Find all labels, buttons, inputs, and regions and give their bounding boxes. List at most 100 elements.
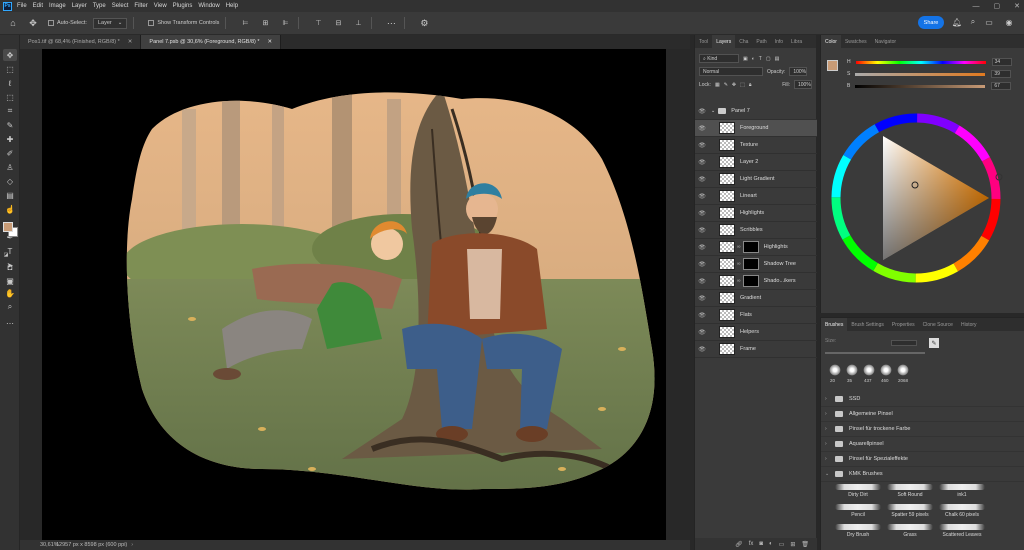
tab-properties[interactable]: Properties: [888, 318, 919, 331]
foreground-color-preview[interactable]: [827, 60, 838, 71]
visibility-eye-icon[interactable]: 👁︎: [695, 176, 709, 183]
close-tab-icon[interactable]: ✕: [128, 39, 133, 45]
brush-folder[interactable]: › Allgemeine Pinsel: [821, 407, 1024, 422]
home-icon[interactable]: ⌂: [6, 16, 20, 30]
align-top-icon[interactable]: ⊤: [311, 16, 325, 30]
search-icon[interactable]: ⌕: [968, 17, 978, 27]
move-tool-icon[interactable]: ✥: [26, 16, 40, 30]
new-group-icon[interactable]: ▭: [779, 541, 785, 548]
artboard-tool-icon[interactable]: ⬚: [3, 63, 17, 75]
maximize-icon[interactable]: ▢: [994, 2, 1001, 10]
menu-plugins[interactable]: Plugins: [173, 3, 193, 9]
chevron-right-icon[interactable]: ›: [825, 456, 835, 462]
chevron-right-icon[interactable]: ›: [825, 411, 835, 417]
menu-view[interactable]: View: [154, 3, 167, 9]
layer-group[interactable]: 👁︎ ⌄ Panel 7: [695, 103, 817, 120]
layer-row[interactable]: 👁︎ Frame: [695, 341, 817, 358]
size-slider[interactable]: [825, 352, 925, 354]
brush-tip[interactable]: Pencil: [835, 504, 881, 518]
menu-window[interactable]: Window: [198, 3, 219, 9]
notifications-bell-icon[interactable]: 🔔︎: [952, 17, 962, 27]
layer-mask-thumbnail[interactable]: [742, 275, 759, 287]
align-center-icon[interactable]: ⊞: [258, 16, 272, 30]
visibility-eye-icon[interactable]: 👁︎: [695, 261, 709, 268]
hand-tool-icon[interactable]: ✋: [3, 287, 17, 299]
hue-input[interactable]: 34: [991, 58, 1012, 66]
new-layer-icon[interactable]: ⊞: [790, 541, 795, 548]
chevron-right-icon[interactable]: ›: [825, 426, 835, 432]
layer-row[interactable]: 👁︎ ∞ Shado...ikers: [695, 273, 817, 290]
layer-row[interactable]: 👁︎ Light Gradient: [695, 171, 817, 188]
tab-paths[interactable]: Path: [752, 35, 770, 48]
size-input[interactable]: [891, 340, 917, 346]
link-layers-icon[interactable]: 🔗︎: [735, 541, 743, 548]
menu-select[interactable]: Select: [112, 3, 129, 9]
layer-row[interactable]: 👁︎ Gradient: [695, 290, 817, 307]
photoshop-logo-icon[interactable]: Ps: [3, 1, 12, 11]
layer-row[interactable]: 👁︎ Texture: [695, 137, 817, 154]
tab-libraries[interactable]: Libra: [787, 35, 806, 48]
menu-image[interactable]: Image: [49, 3, 66, 9]
visibility-eye-icon[interactable]: 👁︎: [695, 227, 709, 234]
visibility-eye-icon[interactable]: 👁︎: [695, 295, 709, 302]
brush-folder[interactable]: › Pinsel für Spezialeffekte: [821, 452, 1024, 467]
layer-row[interactable]: 👁︎ Helpers: [695, 324, 817, 341]
opacity-input[interactable]: 100%: [789, 67, 808, 76]
visibility-eye-icon[interactable]: 👁︎: [695, 346, 709, 353]
hue-slider[interactable]: [855, 60, 986, 64]
edit-toolbar-icon[interactable]: ⋯: [3, 317, 17, 329]
filter-adjust-icon[interactable]: ◐: [752, 56, 755, 62]
tab-navigator[interactable]: Navigator: [871, 35, 900, 48]
tab-pos1[interactable]: Pos1.tif @ 68,4% (Finished, RGB/8) * ✕: [20, 35, 142, 49]
tab-color[interactable]: Color: [821, 35, 841, 48]
brush-tip[interactable]: Dirty Dirt: [835, 484, 881, 498]
more-options-icon[interactable]: ⋯: [384, 16, 398, 30]
mask-link-icon[interactable]: ∞: [737, 261, 741, 267]
color-wheel[interactable]: [821, 93, 1024, 313]
saturation-input[interactable]: 39: [991, 70, 1012, 78]
chevron-right-icon[interactable]: ›: [825, 441, 835, 447]
minimize-icon[interactable]: —: [973, 3, 980, 10]
chevron-right-icon[interactable]: ›: [131, 542, 133, 548]
brush-folder[interactable]: › Pinsel für trockene Farbe: [821, 422, 1024, 437]
default-colors-icon[interactable]: ◪: [3, 249, 9, 261]
brush-tip[interactable]: Grass: [887, 524, 933, 538]
tab-brush-settings[interactable]: Brush Settings: [847, 318, 888, 331]
tab-panel7[interactable]: Panel 7.psb @ 30,6% (Foreground, RGB/8) …: [141, 35, 282, 49]
lock-paint-icon[interactable]: ✎: [724, 82, 728, 88]
chevron-down-icon[interactable]: ⌄: [825, 471, 835, 477]
saturation-slider[interactable]: [855, 72, 986, 76]
fx-icon[interactable]: fx: [749, 541, 754, 547]
lock-pixels-icon[interactable]: ▦: [715, 82, 720, 88]
visibility-eye-icon[interactable]: 👁︎: [695, 193, 709, 200]
visibility-eye-icon[interactable]: 👁︎: [695, 210, 709, 217]
add-mask-icon[interactable]: ◙: [759, 541, 763, 547]
lock-all-icon[interactable]: 🔒︎: [749, 82, 752, 88]
brush-tip[interactable]: Spatter 59 pixels: [887, 504, 933, 518]
visibility-eye-icon[interactable]: 👁︎: [695, 312, 709, 319]
close-icon[interactable]: ✕: [1014, 2, 1020, 10]
crop-tool-icon[interactable]: ⌗: [3, 105, 17, 117]
layer-mask-thumbnail[interactable]: [742, 241, 759, 253]
brightness-input[interactable]: 67: [991, 82, 1012, 90]
layer-row[interactable]: 👁︎ Scribbles: [695, 222, 817, 239]
artwork-canvas[interactable]: [42, 49, 666, 540]
layer-row[interactable]: 👁︎ ∞ Shadow Tree: [695, 256, 817, 273]
filter-pixel-icon[interactable]: ▣: [743, 56, 748, 62]
layer-row[interactable]: 👁︎ Lineart: [695, 188, 817, 205]
brush-tool-icon[interactable]: ✐: [3, 147, 17, 159]
workspace-icon[interactable]: ▭: [984, 17, 994, 27]
visibility-eye-icon[interactable]: 👁︎: [695, 108, 709, 115]
chevron-down-icon[interactable]: ⌄: [711, 108, 715, 114]
settings-gear-icon[interactable]: ⚙: [417, 16, 431, 30]
align-bottom-icon[interactable]: ⊥: [351, 16, 365, 30]
auto-select-dropdown[interactable]: Layer ⌄: [92, 17, 128, 29]
lasso-tool-icon[interactable]: ℓ: [3, 77, 17, 89]
saturation-brightness-triangle[interactable]: [883, 136, 989, 260]
layer-row[interactable]: 👁︎ Layer 2: [695, 154, 817, 171]
tab-brushes[interactable]: Brushes: [821, 318, 848, 331]
brush-folder[interactable]: ⌄ KMK Brushes: [821, 467, 1024, 482]
foreground-color-swatch[interactable]: [3, 222, 13, 232]
tab-history[interactable]: History: [957, 318, 981, 331]
user-avatar-icon[interactable]: ◉: [1004, 17, 1014, 27]
